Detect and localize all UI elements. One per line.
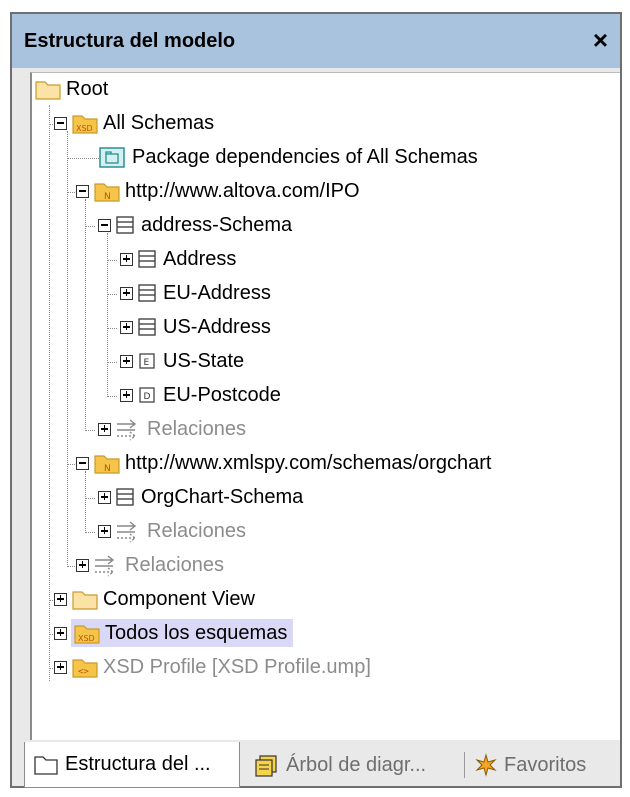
tree-item-relaciones-orgchart[interactable]: Relaciones	[98, 516, 246, 546]
tab-label: Estructura del ...	[65, 753, 211, 775]
expand-icon[interactable]	[98, 490, 111, 504]
collapse-icon[interactable]	[76, 456, 89, 470]
collapse-icon[interactable]	[76, 184, 89, 198]
tree-item-namespace-orgchart[interactable]: N http://www.xmlspy.com/schemas/orgchart	[76, 448, 491, 478]
tree-item-todos-los-esquemas[interactable]: XSD Todos los esquemas	[54, 618, 294, 648]
tree-item-label: Relaciones	[125, 553, 224, 576]
tree-item-all-schemas[interactable]: XSD All Schemas	[54, 108, 214, 138]
xsd-folder-icon: XSD	[72, 115, 98, 134]
tree-item-label: All Schemas	[103, 111, 215, 134]
tree-item-label: EU-Postcode	[163, 383, 281, 406]
tree-item-label: Root	[66, 77, 109, 100]
tree-item-label: US-Address	[163, 315, 271, 338]
folder-icon	[72, 591, 98, 610]
tree-item-package-dependencies[interactable]: Package dependencies of All Schemas	[98, 142, 478, 172]
profile-folder-icon: <>	[72, 659, 98, 678]
panel-title: Estructura del modelo	[24, 29, 236, 52]
tree-item-eu-postcode[interactable]: D EU-Postcode	[120, 380, 281, 410]
svg-text:N: N	[104, 464, 111, 474]
tree-item-label: http://www.altova.com/IPO	[125, 179, 360, 202]
svg-text:<>: <>	[78, 667, 89, 677]
tree-item-label: US-State	[163, 349, 245, 372]
tree-item-namespace-ipo[interactable]: N http://www.altova.com/IPO	[76, 176, 360, 206]
relations-icon	[117, 419, 137, 441]
svg-text:E: E	[144, 358, 150, 368]
tab-label: Árbol de diagr...	[286, 753, 427, 776]
tree-item-label: OrgChart-Schema	[141, 485, 304, 508]
expand-icon[interactable]	[54, 660, 67, 674]
expand-icon[interactable]	[54, 626, 67, 640]
tree-item-label: Todos los esquemas	[105, 621, 288, 644]
tree-item-label: Address	[163, 247, 237, 270]
collapse-icon[interactable]	[54, 116, 67, 130]
tree-item-us-state[interactable]: E US-State	[120, 346, 244, 376]
tab-favoritos[interactable]: Favoritos	[474, 742, 614, 788]
tree-item-label: address-Schema	[141, 213, 293, 236]
expand-icon[interactable]	[54, 592, 67, 606]
tree-item-relaciones-all-schemas[interactable]: Relaciones	[76, 550, 224, 580]
class-icon	[138, 250, 156, 268]
xsd-folder-icon: XSD	[74, 625, 100, 644]
svg-text:XSD: XSD	[78, 634, 95, 643]
panel-tabs: Estructura del ... Árbol de diagr... Fav…	[24, 742, 620, 788]
tree-item-eu-address[interactable]: EU-Address	[120, 278, 271, 308]
expand-icon[interactable]	[120, 388, 133, 402]
class-icon	[138, 284, 156, 302]
tree-item-us-address[interactable]: US-Address	[120, 312, 271, 342]
tree-item-label: http://www.xmlspy.com/schemas/orgchart	[125, 451, 492, 474]
collapse-icon[interactable]	[98, 218, 111, 232]
class-icon	[138, 318, 156, 336]
expand-icon[interactable]	[98, 422, 111, 436]
tree-item-xsd-profile[interactable]: <> XSD Profile [XSD Profile.ump]	[54, 652, 371, 682]
schema-icon	[116, 488, 134, 506]
namespace-folder-icon: N	[94, 183, 120, 202]
relations-icon	[117, 521, 137, 543]
tree-item-label: Relaciones	[147, 519, 246, 542]
expand-icon[interactable]	[98, 524, 111, 538]
tab-estructura-del-modelo[interactable]: Estructura del ...	[24, 742, 240, 788]
tree-item-label: EU-Address	[163, 281, 271, 304]
diagram-tree-icon	[255, 755, 277, 777]
favorites-icon	[475, 753, 497, 777]
tree-item-label: XSD Profile [XSD Profile.ump]	[103, 655, 371, 678]
tree-item-component-view[interactable]: Component View	[54, 584, 255, 614]
tree-item-address[interactable]: Address	[120, 244, 236, 274]
enumeration-icon: E	[139, 353, 155, 369]
tree-item-root[interactable]: Root	[34, 74, 108, 104]
folder-icon	[34, 755, 58, 775]
tab-divider	[464, 752, 465, 778]
namespace-folder-icon: N	[94, 455, 120, 474]
expand-icon[interactable]	[120, 286, 133, 300]
datatype-icon: D	[139, 387, 155, 403]
folder-icon	[35, 81, 61, 100]
tree-item-label: Relaciones	[147, 417, 246, 440]
expand-icon[interactable]	[120, 354, 133, 368]
tree-item-label: Component View	[103, 587, 255, 610]
package-diagram-icon	[99, 147, 125, 168]
tab-label: Favoritos	[504, 753, 587, 776]
selection-highlight: XSD Todos los esquemas	[71, 619, 294, 647]
tree-item-relaciones-ipo[interactable]: Relaciones	[98, 414, 246, 444]
close-icon[interactable]: ×	[593, 25, 608, 55]
expand-icon[interactable]	[76, 558, 89, 572]
expand-icon[interactable]	[120, 320, 133, 334]
svg-text:XSD: XSD	[76, 124, 93, 133]
tree-item-address-schema[interactable]: address-Schema	[98, 210, 292, 240]
tab-arbol-de-diagramas[interactable]: Árbol de diagr...	[254, 742, 466, 788]
svg-text:N: N	[104, 192, 111, 202]
schema-icon	[116, 216, 134, 234]
tree-item-label: Package dependencies of All Schemas	[132, 145, 478, 168]
expand-icon[interactable]	[120, 252, 133, 266]
tree-item-orgchart-schema[interactable]: OrgChart-Schema	[98, 482, 303, 512]
svg-text:D: D	[144, 392, 151, 402]
relations-icon	[95, 555, 115, 577]
panel-title-bar: Estructura del modelo ×	[12, 14, 620, 68]
